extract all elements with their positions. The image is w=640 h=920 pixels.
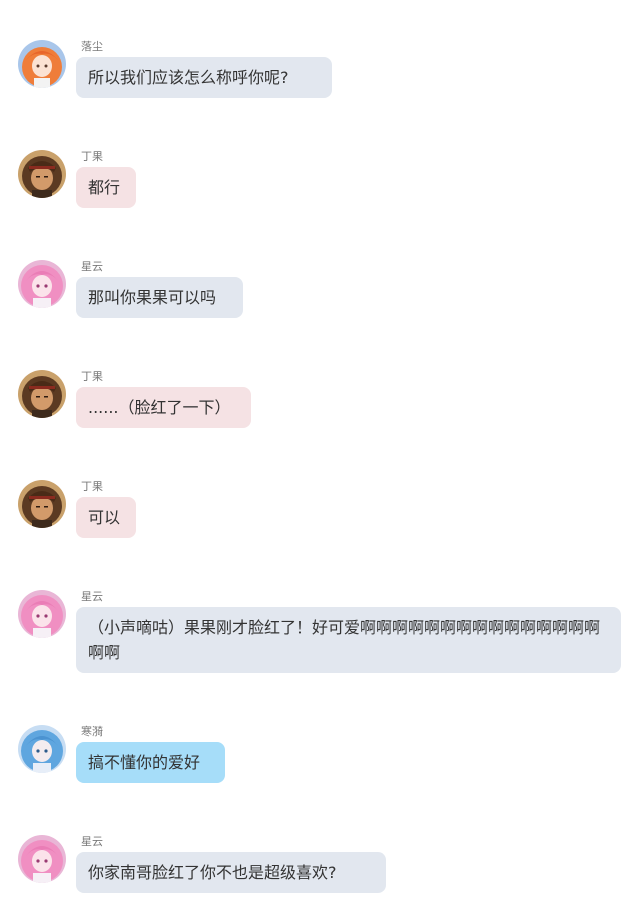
chat-log: 落尘 所以我们应该怎么称呼你呢? 丁果 都行 星云 那叫你果果可以吗 丁果 ..… — [0, 0, 640, 920]
sender-name: 星云 — [81, 260, 103, 273]
pink-hair-girl-avatar-icon[interactable] — [18, 835, 66, 883]
orange-hair-girl-avatar-icon[interactable] — [18, 40, 66, 88]
message-bubble[interactable]: （小声嘀咕）果果刚才脸红了！好可爱啊啊啊啊啊啊啊啊啊啊啊啊啊啊啊啊啊 — [76, 607, 621, 673]
sender-name: 星云 — [81, 590, 103, 603]
pink-hair-girl-avatar-icon[interactable] — [18, 590, 66, 638]
brown-hair-boy-avatar-icon[interactable] — [18, 150, 66, 198]
blue-hair-girl-avatar-icon[interactable] — [18, 725, 66, 773]
sender-name: 星云 — [81, 835, 103, 848]
sender-name: 落尘 — [81, 40, 103, 53]
message-bubble[interactable]: 搞不懂你的爱好 — [76, 742, 225, 783]
message-bubble[interactable]: 所以我们应该怎么称呼你呢? — [76, 57, 332, 98]
sender-name: 丁果 — [81, 150, 103, 163]
brown-hair-boy-avatar-icon[interactable] — [18, 370, 66, 418]
message-bubble[interactable]: 都行 — [76, 167, 136, 208]
sender-name: 丁果 — [81, 370, 103, 383]
message-bubble[interactable]: 你家南哥脸红了你不也是超级喜欢? — [76, 852, 386, 893]
message-bubble[interactable]: 那叫你果果可以吗 — [76, 277, 243, 318]
sender-name: 寒漪 — [81, 725, 103, 738]
sender-name: 丁果 — [81, 480, 103, 493]
message-bubble[interactable]: ......（脸红了一下） — [76, 387, 251, 428]
message-bubble[interactable]: 可以 — [76, 497, 136, 538]
brown-hair-boy-avatar-icon[interactable] — [18, 480, 66, 528]
pink-hair-girl-avatar-icon[interactable] — [18, 260, 66, 308]
